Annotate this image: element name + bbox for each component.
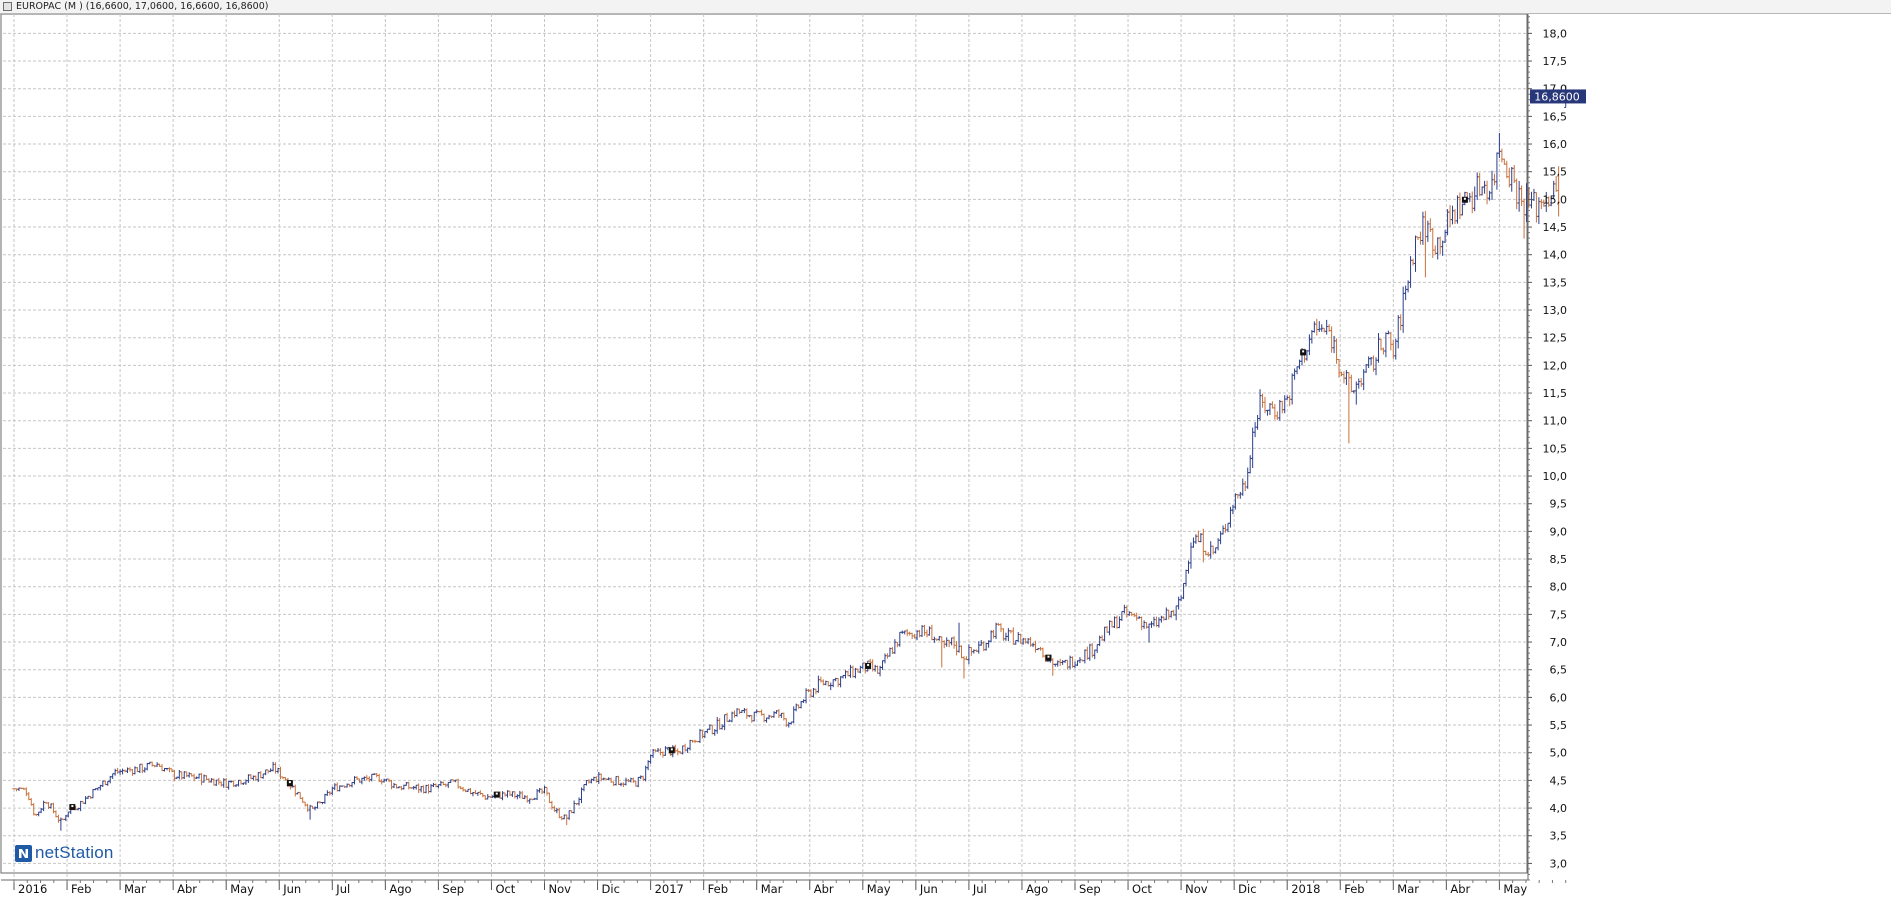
dividend-marker-dot (1463, 197, 1466, 200)
y-tick-label: 4,5 (1550, 774, 1568, 787)
netstation-logo-text: netStation (35, 843, 114, 862)
dividend-marker-dot (71, 805, 74, 808)
y-tick-label: 16,0 (1543, 138, 1568, 151)
price-chart[interactable]: 3,0 3,5 4,0 4,5 5,0 5,5 6,0 6,5 7,0 7,5 8,0 8,5 9,0 9… (0, 0, 1891, 900)
x-tick-label: Ago (1026, 882, 1048, 896)
y-tick-label: 10,0 (1543, 470, 1568, 483)
x-tick-label: May (867, 882, 891, 896)
x-tick-label: Mar (761, 882, 783, 896)
x-tick-label: Feb (708, 882, 728, 896)
window-titlebar[interactable]: EUROPAC (M ) (16,6600, 17,0600, 16,6600,… (0, 0, 1891, 14)
dividend-marker (1045, 654, 1052, 661)
y-tick-label: 15,0 (1543, 193, 1568, 206)
x-tick-label: Ago (389, 882, 411, 896)
y-tick-label: 9,0 (1550, 525, 1568, 538)
dividend-marker (69, 804, 76, 811)
last-price-value: 16,8600 (1534, 90, 1580, 103)
last-price-tag: 16,8600 (1530, 89, 1586, 104)
y-tick-label: 6,0 (1550, 691, 1568, 704)
y-tick-label: 18,0 (1543, 27, 1568, 40)
y-tick-label: 14,0 (1543, 249, 1568, 262)
y-tick-label: 11,5 (1543, 387, 1568, 400)
y-tick-label: 12,0 (1543, 359, 1568, 372)
y-tick-label: 14,5 (1543, 221, 1568, 234)
y-tick-label: 8,0 (1550, 581, 1568, 594)
y-tick-label: 11,0 (1543, 415, 1568, 428)
netstation-logo: netStation (15, 843, 114, 863)
y-tick-label: 3,0 (1550, 857, 1568, 870)
dividend-marker-dot (288, 781, 291, 784)
x-tick-label: Mar (124, 882, 146, 896)
x-tick-label: May (230, 882, 254, 896)
x-tick-label: Jun (282, 882, 301, 896)
x-tick-label: May (1503, 882, 1527, 896)
dividend-marker (1461, 196, 1468, 203)
y-tick-label: 6,5 (1550, 664, 1568, 677)
x-tick-label: Abr (814, 882, 834, 896)
x-tick-label: 2016 (18, 882, 47, 896)
netstation-logo-icon (15, 844, 32, 862)
y-tick-label: 13,0 (1543, 304, 1568, 317)
y-tick-label: 7,0 (1550, 636, 1568, 649)
chart-window-icon[interactable] (3, 2, 12, 11)
plot-frame (0, 13, 1528, 874)
x-tick-label: Oct (495, 882, 515, 896)
y-tick-label: 5,0 (1550, 747, 1568, 760)
x-tick-label: Abr (177, 882, 197, 896)
x-tick-label: Jul (972, 882, 987, 896)
dividend-marker (668, 747, 675, 754)
y-tick-label: 15,5 (1543, 166, 1568, 179)
dividend-marker (1300, 349, 1307, 356)
x-tick-label: Feb (71, 882, 91, 896)
y-tick-label: 17,5 (1543, 55, 1568, 68)
x-tick-label: 2018 (1291, 882, 1320, 896)
dividend-marker (493, 791, 500, 798)
x-tick-label: Mar (1397, 882, 1419, 896)
y-tick-label: 3,5 (1550, 830, 1568, 843)
dividend-marker-dot (1302, 350, 1305, 353)
x-tick-label: Dic (1238, 882, 1256, 896)
y-tick-label: 13,5 (1543, 276, 1568, 289)
dividend-marker-dot (670, 748, 673, 751)
y-tick-label: 9,5 (1550, 498, 1568, 511)
dividend-marker-dot (867, 663, 870, 666)
y-tick-label: 5,5 (1550, 719, 1568, 732)
x-tick-label: Oct (1132, 882, 1152, 896)
y-tick-label: 12,5 (1543, 332, 1568, 345)
dividend-marker-dot (495, 792, 498, 795)
dividend-marker-dot (1047, 655, 1050, 658)
x-tick-label: Dic (602, 882, 620, 896)
x-tick-label: 2017 (655, 882, 684, 896)
x-axis-ticks: 2016 Feb Mar Abr May Jun Jul Ago Sep Oct Nov Dic 201… (13, 880, 1567, 896)
x-tick-label: Abr (1450, 882, 1470, 896)
y-tick-label: 7,5 (1550, 608, 1568, 621)
x-tick-label: Jul (335, 882, 350, 896)
x-tick-label: Sep (1079, 882, 1101, 896)
ohlc-bar (1534, 192, 1538, 223)
x-tick-label: Nov (549, 882, 572, 896)
dividend-marker (286, 780, 293, 787)
x-tick-label: Nov (1185, 882, 1208, 896)
y-tick-label: 8,5 (1550, 553, 1568, 566)
y-tick-label: 10,5 (1543, 442, 1568, 455)
dividend-marker (865, 662, 872, 669)
x-tick-label: Feb (1344, 882, 1364, 896)
window-title: EUROPAC (M ) (16,6600, 17,0600, 16,6600,… (16, 1, 269, 12)
y-tick-label: 16,5 (1543, 110, 1568, 123)
ohlc-bar (1532, 188, 1536, 201)
y-axis-ticks: 3,0 3,5 4,0 4,5 5,0 5,5 6,0 6,5 7,0 7,5 8,0 8,5 9,0 9… (1528, 16, 1568, 881)
x-tick-label: Jun (919, 882, 938, 896)
x-tick-label: Sep (442, 882, 464, 896)
y-tick-label: 4,0 (1550, 802, 1568, 815)
